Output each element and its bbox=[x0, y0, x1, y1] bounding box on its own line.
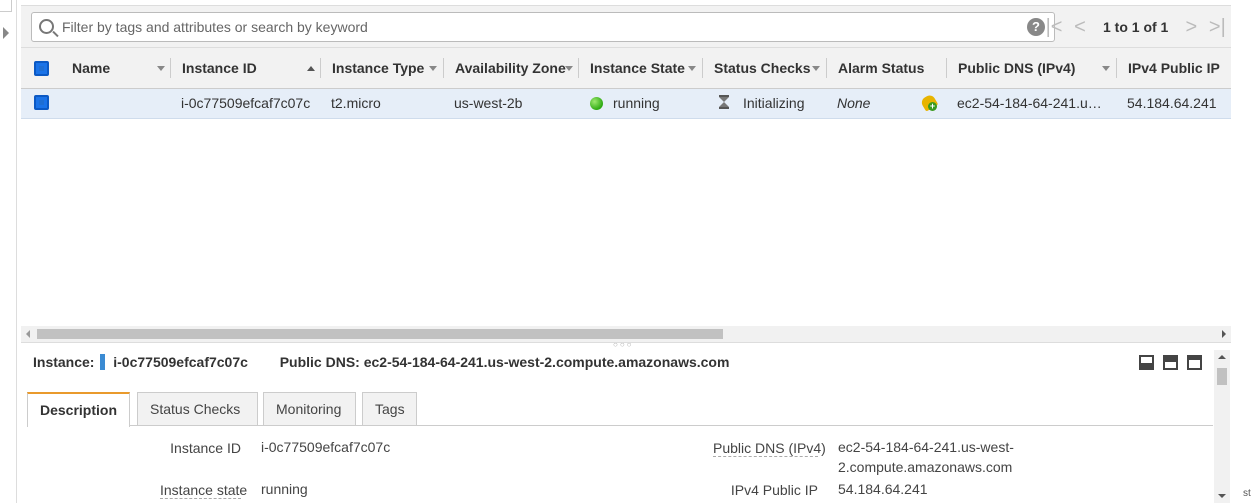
cell-alarm-status: None bbox=[837, 95, 871, 111]
running-status-icon bbox=[590, 97, 603, 110]
expand-sidebar-icon[interactable] bbox=[3, 27, 9, 39]
public-dns-label: Public DNS (IPv4) bbox=[713, 440, 826, 457]
column-label: Availability Zone bbox=[455, 60, 566, 76]
table-header: Name Instance ID Instance Type Availabil… bbox=[21, 47, 1231, 89]
chevron-down-icon[interactable] bbox=[565, 66, 573, 71]
tab-status-checks[interactable]: Status Checks bbox=[137, 392, 258, 425]
instance-label: Instance: bbox=[33, 354, 95, 370]
instance-id-value: i-0c77509efcaf7c07c bbox=[261, 439, 391, 455]
column-label: Alarm Status bbox=[838, 60, 925, 76]
column-header-public-dns[interactable]: Public DNS (IPv4) bbox=[947, 48, 1117, 89]
scrollbar-thumb[interactable] bbox=[1217, 368, 1227, 385]
left-gutter bbox=[0, 0, 17, 503]
details-header: Instance: i-0c77509efcaf7c07c Public DNS… bbox=[33, 354, 1133, 374]
layout-top-icon[interactable] bbox=[1163, 355, 1178, 370]
column-label: Public DNS (IPv4) bbox=[958, 60, 1076, 76]
column-header-ipv4-public-ip[interactable]: IPv4 Public IP bbox=[1117, 48, 1231, 89]
scroll-up-icon[interactable] bbox=[1218, 355, 1226, 359]
public-dns-value-line2: 2.compute.amazonaws.com bbox=[838, 459, 1013, 475]
layout-bottom-icon[interactable] bbox=[1139, 355, 1154, 370]
column-divider-name bbox=[21, 48, 171, 89]
page-range: 1 to 1 of 1 bbox=[1103, 19, 1169, 35]
search-icon bbox=[39, 19, 54, 34]
instance-id-label: Instance ID bbox=[170, 440, 241, 456]
prev-page-icon[interactable]: < bbox=[1067, 13, 1093, 41]
column-label: Instance ID bbox=[182, 60, 257, 76]
column-label: Status Checks bbox=[714, 60, 811, 76]
panel-splitter[interactable]: ○○○ bbox=[21, 340, 1231, 349]
cell-status-checks: Initializing bbox=[743, 95, 805, 111]
chevron-down-icon[interactable] bbox=[688, 66, 696, 71]
column-header-instance-type[interactable]: Instance Type bbox=[321, 48, 444, 89]
column-header-instance-state[interactable]: Instance State bbox=[579, 48, 703, 89]
panel-layout-controls bbox=[1139, 355, 1202, 370]
edge-text: st bbox=[1243, 488, 1251, 499]
first-page-icon[interactable]: |< bbox=[1041, 13, 1067, 41]
cell-name bbox=[72, 89, 167, 118]
pagination: |< < 1 to 1 of 1 > >| bbox=[1041, 12, 1230, 42]
right-edge bbox=[1231, 0, 1255, 503]
chevron-down-icon[interactable] bbox=[812, 66, 820, 71]
layout-maximize-icon[interactable] bbox=[1187, 355, 1202, 370]
plus-icon: + bbox=[928, 101, 937, 111]
hourglass-icon bbox=[719, 95, 729, 109]
scroll-right-icon[interactable] bbox=[1222, 330, 1226, 338]
chevron-down-icon[interactable] bbox=[1102, 66, 1110, 71]
sort-ascending-icon[interactable] bbox=[307, 66, 315, 71]
row-checkbox[interactable] bbox=[34, 95, 49, 110]
scrollbar-thumb[interactable] bbox=[37, 329, 723, 339]
column-label: Instance State bbox=[590, 60, 685, 76]
dns-label: Public DNS: bbox=[279, 354, 360, 370]
ipv4-value: 54.184.64.241 bbox=[838, 481, 928, 497]
cell-availability-zone: us-west-2b bbox=[454, 95, 523, 111]
column-label: IPv4 Public IP bbox=[1128, 60, 1220, 76]
instance-color-icon bbox=[100, 354, 106, 370]
column-header-availability-zone[interactable]: Availability Zone bbox=[444, 48, 579, 89]
instance-value: i-0c77509efcaf7c07c bbox=[113, 354, 248, 370]
table-row[interactable]: i-0c77509efcaf7c07c t2.micro us-west-2b … bbox=[21, 89, 1231, 119]
public-dns-value-line1: ec2-54-184-64-241.us-west- bbox=[838, 439, 1014, 455]
last-page-icon[interactable]: >| bbox=[1204, 13, 1230, 41]
tab-tags[interactable]: Tags bbox=[362, 392, 417, 425]
instances-panel: ? |< < 1 to 1 of 1 > >| Name Instance ID bbox=[21, 0, 1231, 503]
tab-monitoring[interactable]: Monitoring bbox=[263, 392, 356, 425]
cell-instance-type: t2.micro bbox=[331, 95, 381, 111]
grip-icon[interactable]: ○○○ bbox=[613, 340, 634, 349]
column-header-status-checks[interactable]: Status Checks bbox=[703, 48, 827, 89]
cell-ipv4-public-ip: 54.184.64.241 bbox=[1127, 95, 1217, 111]
instance-state-label: Instance state bbox=[160, 482, 248, 499]
search-input[interactable] bbox=[62, 16, 1002, 38]
ec2-console: ? |< < 1 to 1 of 1 > >| Name Instance ID bbox=[0, 0, 1255, 503]
instance-state-value: running bbox=[261, 481, 308, 497]
scroll-left-icon[interactable] bbox=[26, 330, 30, 338]
dns-value: ec2-54-184-64-241.us-west-2.compute.amaz… bbox=[363, 354, 730, 370]
cell-public-dns: ec2-54-184-64-241.us-... bbox=[957, 95, 1107, 111]
chevron-down-icon[interactable] bbox=[429, 66, 437, 71]
column-header-alarm-status[interactable]: Alarm Status bbox=[827, 48, 947, 89]
vertical-scrollbar[interactable] bbox=[1214, 350, 1230, 503]
details-tabs: Description Status Checks Monitoring Tag… bbox=[27, 392, 1213, 427]
next-page-icon[interactable]: > bbox=[1178, 13, 1204, 41]
search-box[interactable]: ? bbox=[31, 12, 1055, 42]
column-label: Instance Type bbox=[332, 60, 425, 76]
filter-bar: ? |< < 1 to 1 of 1 > >| bbox=[21, 5, 1231, 47]
ipv4-label: IPv4 Public IP bbox=[730, 482, 818, 498]
cell-instance-id: i-0c77509efcaf7c07c bbox=[181, 95, 311, 111]
cell-instance-state: running bbox=[613, 95, 660, 111]
scroll-down-icon[interactable] bbox=[1218, 494, 1226, 498]
column-header-instance-id[interactable]: Instance ID bbox=[171, 48, 321, 89]
gutter-corner bbox=[0, 0, 12, 12]
tab-description[interactable]: Description bbox=[27, 392, 130, 427]
